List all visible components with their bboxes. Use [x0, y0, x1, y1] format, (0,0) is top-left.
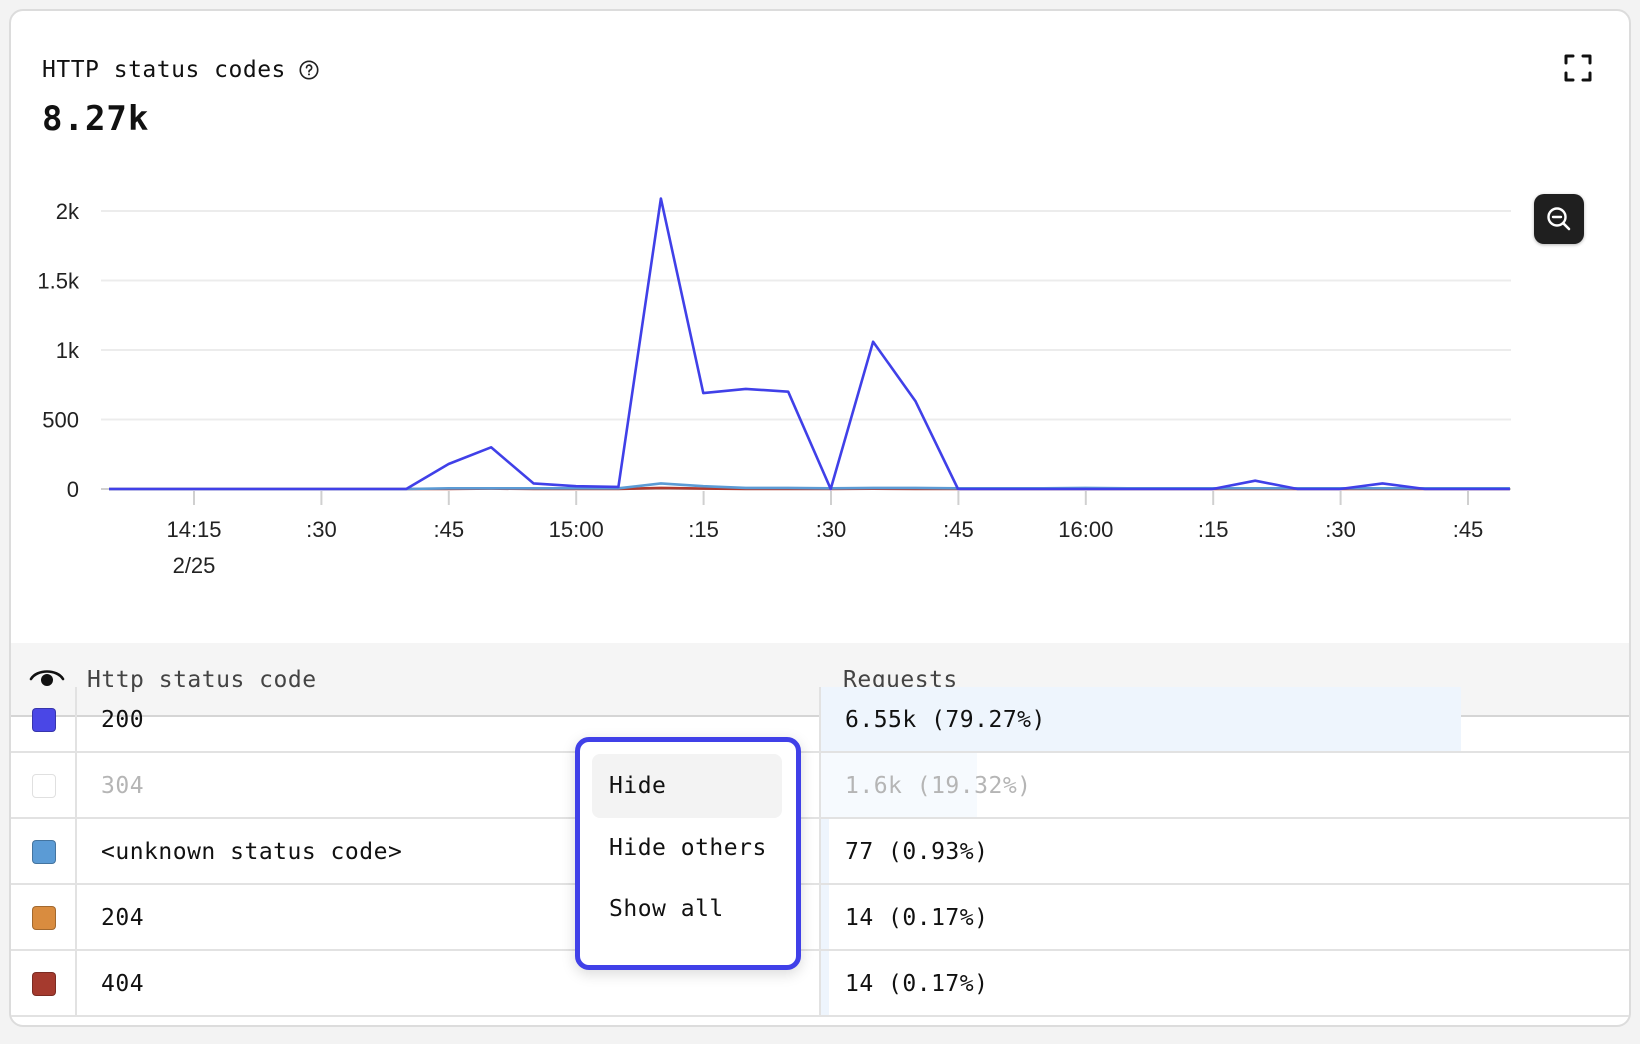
requests-value: 1.6k (19.32%)	[845, 773, 1032, 799]
y-tick-label: 2k	[56, 199, 80, 224]
x-tick-label: :45	[943, 517, 974, 542]
requests-cell: 77 (0.93%)	[819, 819, 1631, 883]
table-row[interactable]: 404 14 (0.17%)	[11, 951, 1629, 1017]
series-color-swatch[interactable]	[32, 774, 56, 798]
menu-item-show-all-label: Show all	[609, 896, 724, 922]
requests-share-bar	[821, 885, 829, 949]
status-code-cell: 404	[101, 971, 144, 997]
requests-cell: 14 (0.17%)	[819, 951, 1631, 1015]
x-date-label: 2/25	[173, 553, 216, 578]
x-tick-label: 14:15	[166, 517, 221, 542]
menu-item-hide[interactable]: Hide	[592, 754, 782, 818]
y-tick-label: 1k	[56, 338, 80, 363]
swatch-cell	[11, 819, 77, 883]
requests-cell: 14 (0.17%)	[819, 885, 1631, 949]
requests-cell: 1.6k (19.32%)	[819, 753, 1631, 817]
context-menu: Hide Hide others Show all	[575, 737, 801, 970]
requests-value: 77 (0.93%)	[845, 839, 988, 865]
swatch-cell	[11, 885, 77, 949]
menu-item-hide-others-label: Hide others	[609, 835, 767, 861]
series-color-swatch[interactable]	[32, 840, 56, 864]
table-row[interactable]: 200 6.55k (79.27%)	[11, 687, 1629, 753]
status-code-chart: 2k 1.5k 1k 500 0 14:15 :30 :45 15:00 :15 :30 :45 16:…	[11, 11, 1631, 631]
x-tick-label: 15:00	[549, 517, 604, 542]
http-status-card: HTTP status codes 8.27k 2k1.5k1k500014:1…	[9, 9, 1631, 1027]
x-tick-label: :45	[1453, 517, 1484, 542]
series-color-swatch[interactable]	[32, 972, 56, 996]
table-row[interactable]: 304 1.6k (19.32%)	[11, 753, 1629, 819]
swatch-cell	[11, 687, 77, 751]
series-color-swatch[interactable]	[32, 906, 56, 930]
x-tick-label: :30	[1325, 517, 1356, 542]
y-tick-label: 0	[67, 477, 79, 502]
requests-share-bar	[821, 819, 829, 883]
requests-cell: 6.55k (79.27%)	[819, 687, 1631, 751]
requests-share-bar	[821, 951, 829, 1015]
x-tick-label: :30	[816, 517, 847, 542]
y-tick-label: 1.5k	[37, 269, 80, 294]
series-color-swatch[interactable]	[32, 708, 56, 732]
menu-item-show-all[interactable]: Show all	[592, 877, 782, 941]
status-code-cell: 204	[101, 905, 144, 931]
series-line-200[interactable]	[109, 199, 1510, 490]
swatch-cell	[11, 951, 77, 1015]
swatch-cell	[11, 753, 77, 817]
status-code-cell: 304	[101, 773, 144, 799]
x-tick-label: :30	[306, 517, 337, 542]
menu-item-hide-others[interactable]: Hide others	[592, 816, 782, 880]
x-tick-label: :15	[688, 517, 719, 542]
x-tick-label: :45	[434, 517, 465, 542]
table-row[interactable]: 204 14 (0.17%)	[11, 885, 1629, 951]
table-row[interactable]: <unknown status code> 77 (0.93%)	[11, 819, 1629, 885]
zoom-out-icon	[1545, 205, 1573, 233]
zoom-out-button[interactable]	[1534, 194, 1584, 244]
requests-value: 14 (0.17%)	[845, 971, 988, 997]
x-tick-label: 16:00	[1058, 517, 1113, 542]
requests-value: 14 (0.17%)	[845, 905, 988, 931]
requests-value: 6.55k (79.27%)	[845, 707, 1046, 733]
status-code-cell: <unknown status code>	[101, 839, 402, 865]
y-tick-label: 500	[42, 408, 79, 433]
menu-item-hide-label: Hide	[609, 773, 666, 799]
status-code-cell: 200	[101, 707, 144, 733]
x-tick-label: :15	[1198, 517, 1229, 542]
